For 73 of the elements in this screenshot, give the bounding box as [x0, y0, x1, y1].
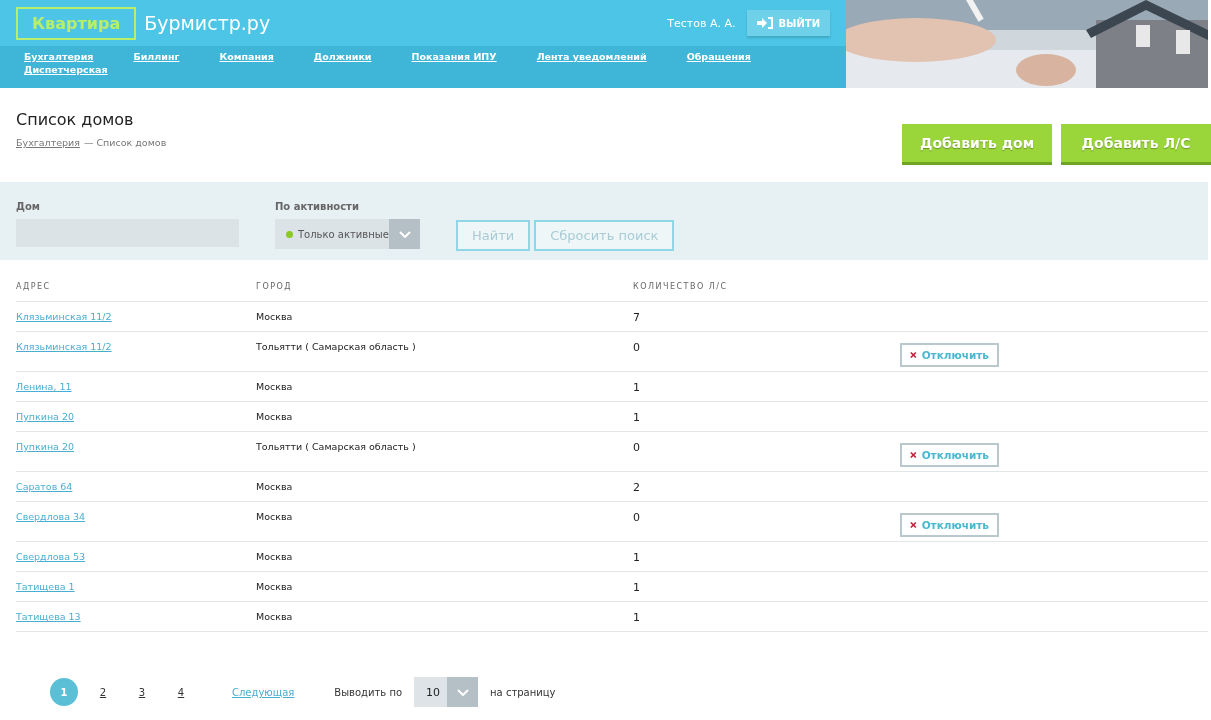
account-count: 2 — [633, 481, 640, 494]
add-button[interactable]: Добавить Л/С — [1061, 124, 1211, 162]
close-icon — [910, 521, 917, 529]
add-button[interactable]: Добавить дом — [902, 124, 1052, 162]
close-icon — [910, 451, 917, 459]
address-link[interactable]: Свердлова 34 — [16, 511, 86, 522]
logo-badge[interactable]: Квартира — [16, 6, 137, 40]
disable-button[interactable]: Отключить — [900, 343, 999, 367]
nav-link[interactable]: Бухгалтерия — [24, 51, 94, 62]
nav-link[interactable]: Биллинг — [133, 51, 180, 62]
per-page-label: Выводить по — [334, 686, 403, 698]
account-count: 1 — [633, 411, 640, 424]
city-text: Москва — [256, 381, 293, 392]
account-count: 1 — [633, 581, 640, 594]
nav-link[interactable]: Компания — [219, 51, 274, 62]
activity-select[interactable]: Только активные — [275, 219, 420, 249]
user-name: Тестов А. А. — [667, 16, 736, 30]
column-header: АДРЕС — [16, 282, 52, 293]
chevron-down-icon — [398, 230, 411, 238]
column-header: ГОРОД — [256, 282, 294, 293]
page-title: Список домов — [16, 110, 135, 129]
per-page-suffix: на страницу — [490, 686, 556, 698]
reset-search-button[interactable]: Сбросить поиск — [534, 220, 675, 251]
page-link[interactable]: 4 — [167, 678, 195, 706]
status-dot-icon — [286, 230, 293, 238]
nav-link[interactable]: Показания ИПУ — [411, 51, 497, 62]
breadcrumb-link[interactable]: Бухгалтерия — [16, 137, 80, 148]
page-link[interactable]: 1 — [50, 678, 78, 706]
address-link[interactable]: Клязьминская 11/2 — [16, 341, 112, 352]
account-count: 1 — [633, 611, 640, 624]
logo-text[interactable]: Бурмистр.ру — [144, 12, 271, 34]
address-link[interactable]: Свердлова 53 — [16, 551, 86, 562]
logout-button[interactable]: ВЫЙТИ — [747, 10, 830, 36]
account-count: 0 — [633, 511, 640, 524]
address-link[interactable]: Ленина, 11 — [16, 381, 72, 392]
city-text: Москва — [256, 581, 293, 592]
close-icon — [910, 351, 917, 359]
address-link[interactable]: Пупкина 20 — [16, 441, 75, 452]
address-link[interactable]: Татищева 1 — [16, 581, 75, 592]
per-page-select[interactable]: 10 — [414, 677, 479, 707]
page-link[interactable]: 3 — [128, 678, 156, 706]
nav-link[interactable]: Обращения — [686, 51, 751, 62]
address-link[interactable]: Татищева 13 — [16, 611, 81, 622]
city-text: Москва — [256, 481, 293, 492]
account-count: 1 — [633, 551, 640, 564]
next-page-link[interactable]: Следующая — [232, 686, 295, 698]
field-label: Дом — [16, 201, 41, 212]
breadcrumb-current: — Список домов — [83, 137, 167, 148]
disable-button[interactable]: Отключить — [900, 443, 999, 467]
page-link[interactable]: 2 — [89, 678, 117, 706]
logout-icon — [757, 17, 774, 29]
address-link[interactable]: Саратов 64 — [16, 481, 73, 492]
city-text: Москва — [256, 611, 293, 622]
nav-link[interactable]: Лента уведомлений — [536, 51, 647, 62]
city-text: Москва — [256, 311, 293, 322]
city-text: Тольятти ( Самарская область ) — [256, 341, 416, 352]
address-link[interactable]: Клязьминская 11/2 — [16, 311, 112, 322]
account-count: 7 — [633, 311, 640, 324]
city-text: Тольятти ( Самарская область ) — [256, 441, 416, 452]
chevron-down-icon — [456, 688, 469, 696]
nav-link[interactable]: Должники — [313, 51, 372, 62]
disable-button[interactable]: Отключить — [900, 513, 999, 537]
account-count: 0 — [633, 441, 640, 454]
account-count: 0 — [633, 341, 640, 354]
account-count: 1 — [633, 381, 640, 394]
nav-link[interactable]: Диспетчерская — [24, 64, 108, 75]
city-text: Москва — [256, 551, 293, 562]
field-label: По активности — [275, 201, 360, 212]
address-link[interactable]: Пупкина 20 — [16, 411, 75, 422]
search-button[interactable]: Найти — [456, 220, 531, 251]
column-header: КОЛИЧЕСТВО Л/С — [633, 282, 729, 293]
city-text: Москва — [256, 511, 293, 522]
city-text: Москва — [256, 411, 293, 422]
